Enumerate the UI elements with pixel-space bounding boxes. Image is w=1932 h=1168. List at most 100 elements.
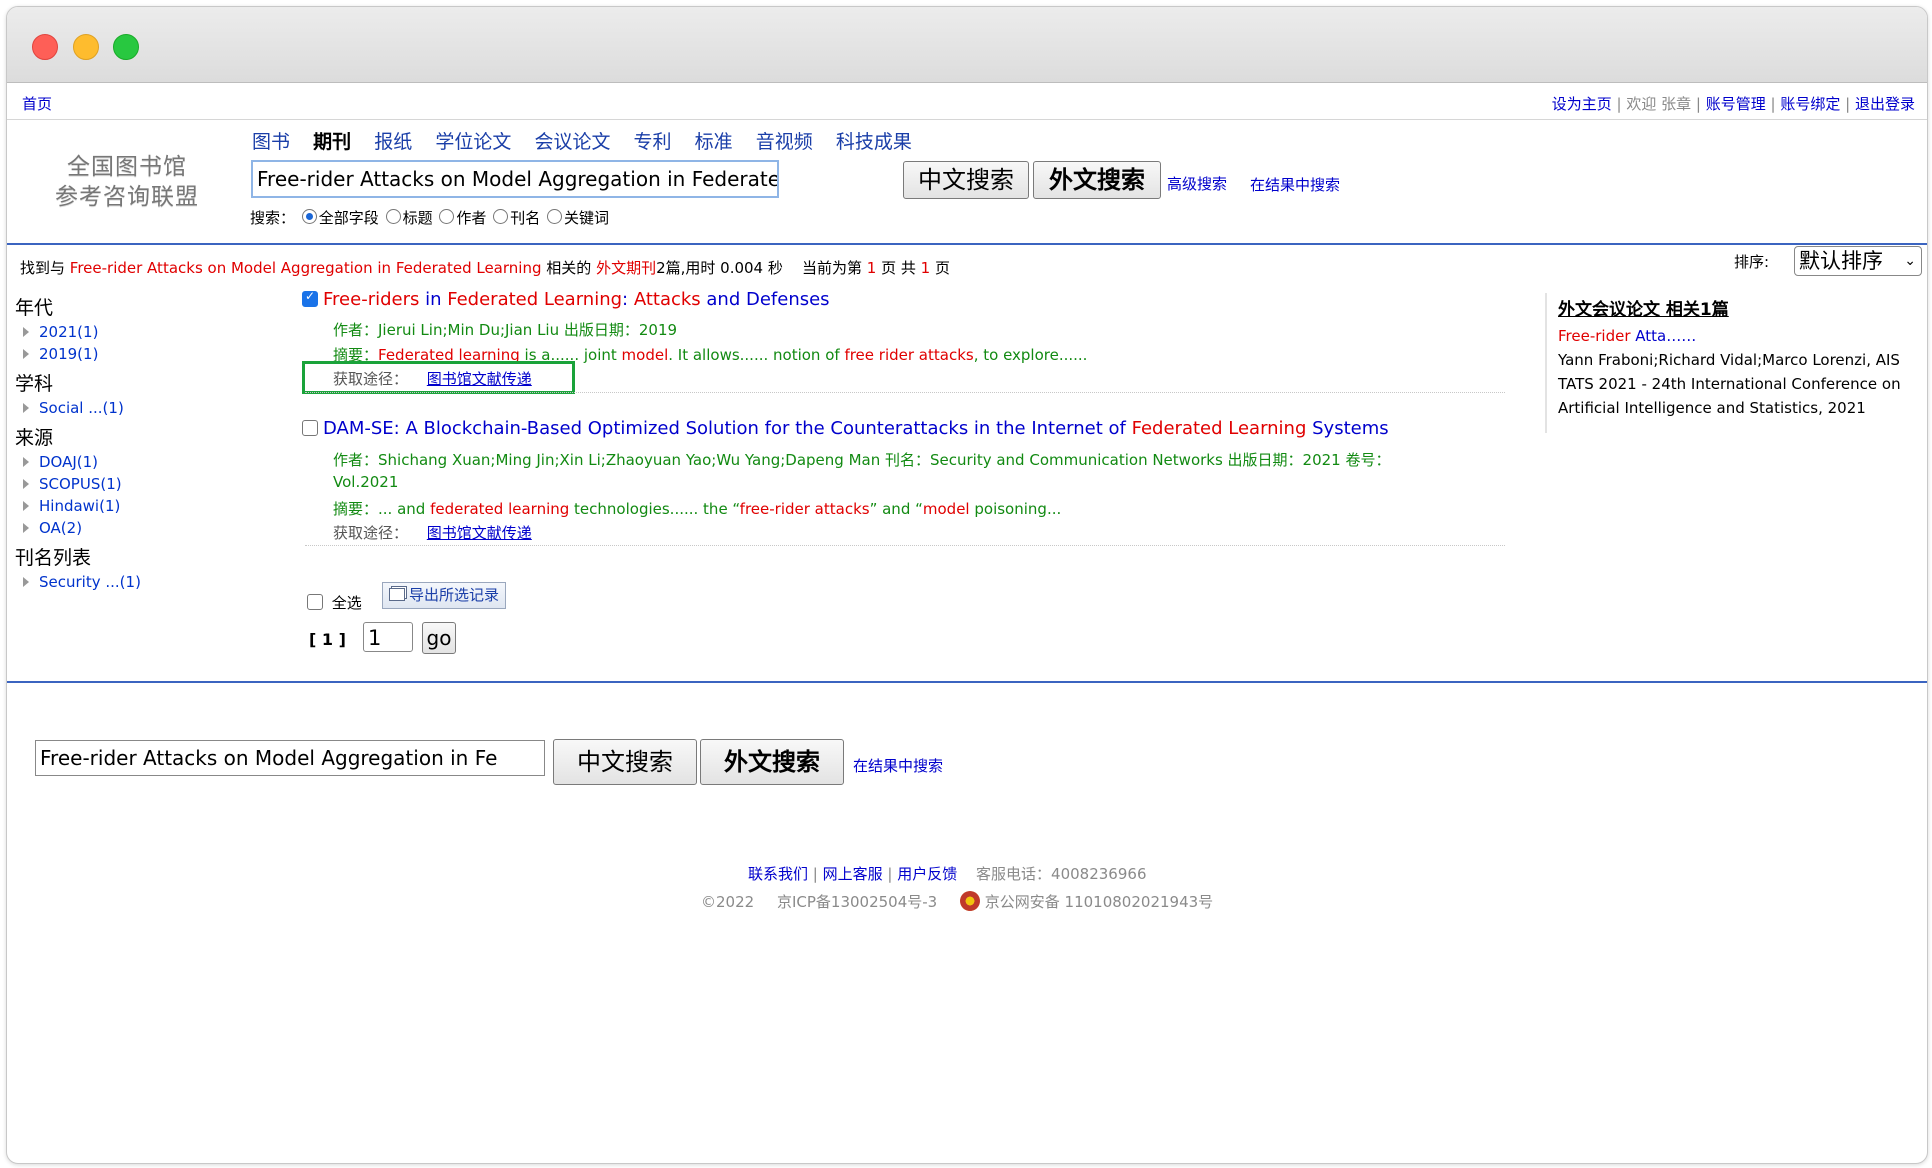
facet-source-oa-label: OA(2)	[39, 519, 83, 537]
triangle-right-icon	[23, 501, 29, 511]
triangle-right-icon	[23, 327, 29, 337]
browser-window: 首页 设为主页 | 欢迎 张章 | 账号管理 | 账号绑定 | 退出登录 全国图…	[6, 6, 1928, 1164]
foreign-search-button[interactable]: 外文搜索	[1033, 161, 1161, 199]
advanced-search-link[interactable]: 高级搜索	[1167, 173, 1227, 194]
radio-author[interactable]	[439, 209, 455, 224]
footer-links: 联系我们 | 网上客服 | 用户反馈 客服电话：4008236966	[748, 865, 1147, 883]
bottom-search-in-results-link[interactable]: 在结果中搜索	[853, 755, 943, 776]
facet-journal-security-label: Security ...(1)	[39, 573, 141, 591]
facet-sidebar: 年代 2021(1) 2019(1) 学科 Social ...(1) 来源 D…	[15, 293, 141, 591]
select-all-checkbox[interactable]	[307, 594, 323, 610]
sort-select[interactable]: 默认排序 ⌄	[1794, 246, 1922, 276]
result-2-title-segment: DAM-SE: A Blockchain-Based Optimized Sol…	[323, 418, 1132, 439]
facet-source-hindawi-label: Hindawi(1)	[39, 497, 121, 515]
facet-subject-social[interactable]: Social ...(1)	[23, 399, 141, 417]
search-in-results-link[interactable]: 在结果中搜索	[1250, 174, 1340, 195]
facet-journal-security[interactable]: Security ...(1)	[23, 573, 141, 591]
summary-page-mid: 页 共	[881, 259, 916, 277]
close-window-button[interactable]	[32, 34, 58, 60]
tab-newspapers[interactable]: 报纸	[374, 131, 412, 153]
home-link[interactable]: 首页	[22, 93, 52, 114]
tab-conference[interactable]: 会议论文	[534, 131, 610, 153]
result-2-title[interactable]: DAM-SE: A Blockchain-Based Optimized Sol…	[323, 418, 1389, 439]
summary-related: 相关的	[546, 259, 592, 277]
triangle-right-icon	[23, 349, 29, 359]
facet-year-2019-label: 2019(1)	[39, 345, 99, 363]
radio-author-label: 作者	[456, 209, 487, 227]
facet-year-2021[interactable]: 2021(1)	[23, 323, 141, 341]
bottom-divider	[7, 681, 1927, 683]
tab-books[interactable]: 图书	[252, 131, 290, 153]
tab-audio-video[interactable]: 音视频	[756, 131, 813, 153]
export-selected-button[interactable]: 导出所选记录	[382, 582, 507, 609]
sort-select-value: 默认排序	[1799, 249, 1883, 273]
online-service-link[interactable]: 网上客服	[823, 865, 883, 883]
facet-year-2019[interactable]: 2019(1)	[23, 345, 141, 363]
page-number-input[interactable]: 1	[363, 622, 413, 652]
select-all-label: 全选	[331, 594, 362, 612]
tab-tech-results[interactable]: 科技成果	[836, 131, 912, 153]
result-1-title[interactable]: Free-riders in Federated Learning: Attac…	[323, 289, 830, 310]
zoom-window-button[interactable]	[113, 34, 139, 60]
result-2-title-segment: Federated Learning	[1131, 418, 1307, 439]
account-links: 设为主页 | 欢迎 张章 | 账号管理 | 账号绑定 | 退出登录	[1551, 95, 1915, 113]
related-item-title[interactable]: Free-rider Atta……	[1558, 324, 1918, 348]
radio-keyword[interactable]	[546, 209, 562, 224]
result-2-checkbox[interactable]	[302, 420, 318, 436]
tab-patents[interactable]: 专利	[634, 131, 672, 153]
contact-us-link[interactable]: 联系我们	[748, 865, 808, 883]
bottom-chinese-search-button[interactable]: 中文搜索	[553, 739, 697, 785]
footer-legal: ©2022 京ICP备13002504号-3 京公网安备 11010802021…	[701, 891, 1213, 912]
facet-source-scopus[interactable]: SCOPUS(1)	[23, 475, 141, 493]
facet-year-heading: 年代	[15, 297, 54, 319]
radio-all-fields[interactable]	[301, 209, 317, 224]
result-2-abstract-segment: ” and “	[869, 500, 923, 518]
chinese-search-button[interactable]: 中文搜索	[903, 161, 1029, 199]
result-1-title-segment: and Defenses	[700, 289, 830, 310]
welcome-text: 欢迎 张章	[1626, 95, 1692, 113]
result-2-abstract-segment: federated learning	[430, 500, 570, 518]
account-bind-link[interactable]: 账号绑定	[1780, 95, 1840, 113]
related-heading[interactable]: 外文会议论文 相关1篇	[1558, 298, 1918, 322]
minimize-window-button[interactable]	[73, 34, 99, 60]
export-icon	[389, 588, 405, 601]
tab-journals[interactable]: 期刊	[313, 131, 351, 153]
facet-source-doaj[interactable]: DOAJ(1)	[23, 453, 141, 471]
related-panel: 外文会议论文 相关1篇 Free-rider Atta…… Yann Frabo…	[1558, 298, 1918, 420]
facet-source-oa[interactable]: OA(2)	[23, 519, 141, 537]
result-2-meta-line2: Vol.2021	[333, 473, 399, 491]
highlight-box	[302, 361, 575, 394]
triangle-right-icon	[23, 457, 29, 467]
triangle-right-icon	[23, 577, 29, 587]
tab-standards[interactable]: 标准	[695, 131, 733, 153]
search-input[interactable]: Free-rider Attacks on Model Aggregation …	[251, 160, 779, 198]
go-button[interactable]: go	[422, 622, 456, 654]
feedback-link[interactable]: 用户反馈	[897, 865, 957, 883]
facet-source-hindawi[interactable]: Hindawi(1)	[23, 497, 141, 515]
logout-link[interactable]: 退出登录	[1855, 95, 1915, 113]
result-item-2	[302, 419, 318, 438]
pager-pages: [ 1 ]	[309, 630, 346, 649]
select-all[interactable]: 全选	[307, 592, 362, 613]
radio-journal[interactable]	[493, 209, 509, 224]
bottom-search-input[interactable]: Free-rider Attacks on Model Aggregation …	[35, 740, 545, 776]
result-2-abstract-segment: 摘要：... and	[333, 500, 431, 518]
summary-page-suffix: 页	[934, 259, 950, 277]
result-1-checkbox[interactable]	[302, 289, 318, 307]
result-2-library-delivery-link[interactable]: 图书馆文献传递	[427, 524, 532, 542]
facet-source-doaj-label: DOAJ(1)	[39, 453, 99, 471]
police-record-text[interactable]: 京公网安备 11010802021943号	[985, 893, 1213, 911]
right-panel-divider	[1545, 293, 1547, 433]
police-badge-icon	[960, 891, 980, 911]
set-homepage-link[interactable]: 设为主页	[1552, 95, 1612, 113]
bottom-foreign-search-button[interactable]: 外文搜索	[700, 739, 844, 785]
site-logo[interactable]: 全国图书馆 参考咨询联盟	[47, 152, 207, 212]
triangle-right-icon	[23, 403, 29, 413]
result-2-abstract-segment: model	[922, 500, 970, 518]
icp-text[interactable]: 京ICP备13002504号-3	[777, 893, 937, 911]
radio-title[interactable]	[385, 209, 401, 224]
logo-line2: 参考咨询联盟	[55, 184, 199, 210]
account-manage-link[interactable]: 账号管理	[1706, 95, 1766, 113]
radio-title-label: 标题	[402, 209, 433, 227]
tab-theses[interactable]: 学位论文	[435, 131, 511, 153]
